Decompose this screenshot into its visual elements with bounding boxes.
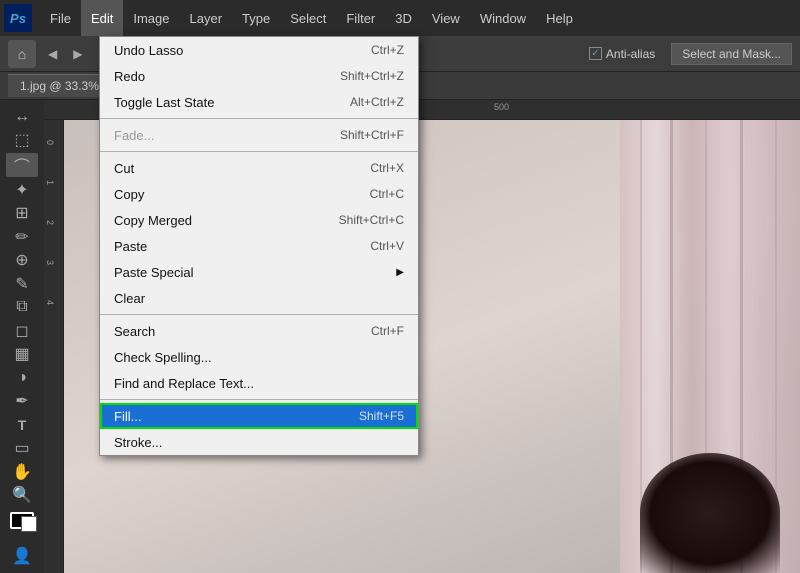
person-icon[interactable]: 👤 [6,545,38,567]
menu-item-search[interactable]: Search Ctrl+F [100,318,418,344]
menu-item-toggle-label: Toggle Last State [114,95,214,110]
foreground-color[interactable] [10,512,34,529]
menu-item-redo-shortcut: Shift+Ctrl+Z [340,69,404,83]
menu-item-cut[interactable]: Cut Ctrl+X [100,155,418,181]
type-tool[interactable]: T [6,414,38,436]
menu-item-stroke-label: Stroke... [114,435,162,450]
menu-item-cut-shortcut: Ctrl+X [370,161,404,175]
menu-item-redo-label: Redo [114,69,145,84]
menu-file[interactable]: File [40,0,81,36]
edit-dropdown-menu: Undo Lasso Ctrl+Z Redo Shift+Ctrl+Z Togg… [99,36,419,456]
marquee-tool[interactable]: ⬚ [6,130,38,152]
menu-type[interactable]: Type [232,0,280,36]
menu-item-paste-label: Paste [114,239,147,254]
menu-item-copy[interactable]: Copy Ctrl+C [100,181,418,207]
brush-tool[interactable]: ✎ [6,273,38,295]
divider-3 [100,314,418,315]
heal-tool[interactable]: ⊕ [6,250,38,272]
menu-item-copy-merged-label: Copy Merged [114,213,192,228]
menu-item-copy-shortcut: Ctrl+C [370,187,404,201]
menu-edit[interactable]: Edit [81,0,123,36]
vertical-ruler: 0 1 2 3 4 [44,120,64,573]
home-icon[interactable]: ⌂ [8,40,36,68]
lasso-tool[interactable]: ⌒ [6,153,38,177]
menu-item-stroke[interactable]: Stroke... [100,429,418,455]
shape-tool[interactable]: ▭ [6,438,38,460]
clone-tool[interactable]: ⧉ [6,297,38,319]
menu-item-toggle-last-state[interactable]: Toggle Last State Alt+Ctrl+Z [100,89,418,115]
v-ruler-ticks: 0 [45,140,55,145]
anti-alias-checkbox[interactable] [589,47,602,60]
arrow-left[interactable]: ◀ [44,45,61,63]
menu-item-undo-label: Undo Lasso [114,43,183,58]
select-and-mask-button[interactable]: Select and Mask... [671,43,792,65]
menu-3d[interactable]: 3D [385,0,422,36]
eyedropper-tool[interactable]: ✏ [6,226,38,248]
menu-item-fill[interactable]: Fill... Shift+F5 [100,403,418,429]
menu-item-fade-label: Fade... [114,128,154,143]
menu-item-redo[interactable]: Redo Shift+Ctrl+Z [100,63,418,89]
menu-item-clear-label: Clear [114,291,145,306]
menu-item-paste-special-label: Paste Special [114,265,194,280]
menu-item-copy-merged-shortcut: Shift+Ctrl+C [339,213,404,227]
menu-help[interactable]: Help [536,0,583,36]
arrow-right[interactable]: ▶ [69,45,86,63]
menu-item-search-label: Search [114,324,155,339]
menu-item-check-spelling-label: Check Spelling... [114,350,212,365]
left-toolbar: ↔ ⬚ ⌒ ✦ ⊞ ✏ ⊕ ✎ ⧉ ◻ ▦ ◑ ✒ T ▭ ✋ 🔍 👤 [0,100,44,573]
menu-item-toggle-shortcut: Alt+Ctrl+Z [350,95,404,109]
ps-logo: Ps [4,4,32,32]
eraser-tool[interactable]: ◻ [6,320,38,342]
dodge-tool[interactable]: ◑ [6,367,38,389]
menu-item-copy-label: Copy [114,187,144,202]
move-tool[interactable]: ↔ [6,106,38,128]
anti-alias-group: Anti-alias [589,47,655,61]
menu-filter[interactable]: Filter [336,0,385,36]
crop-tool[interactable]: ⊞ [6,203,38,225]
menu-item-fill-shortcut: Shift+F5 [359,409,404,423]
menu-item-search-shortcut: Ctrl+F [371,324,404,338]
menu-layer[interactable]: Layer [180,0,233,36]
figure [640,453,780,573]
menu-select[interactable]: Select [280,0,336,36]
menu-item-fade[interactable]: Fade... Shift+Ctrl+F [100,122,418,148]
menu-item-check-spelling[interactable]: Check Spelling... [100,344,418,370]
divider-4 [100,399,418,400]
menu-bar: Ps File Edit Image Layer Type Select Fil… [0,0,800,36]
ruler-tick-500: 500 [494,102,509,112]
pen-tool[interactable]: ✒ [6,391,38,413]
anti-alias-label: Anti-alias [606,47,655,61]
menu-item-find-replace-label: Find and Replace Text... [114,376,254,391]
menu-item-fill-label: Fill... [114,409,141,424]
menu-item-paste[interactable]: Paste Ctrl+V [100,233,418,259]
menu-item-fade-shortcut: Shift+Ctrl+F [340,128,404,142]
zoom-tool[interactable]: 🔍 [6,485,38,507]
divider-1 [100,118,418,119]
menu-view[interactable]: View [422,0,470,36]
menu-window[interactable]: Window [470,0,536,36]
divider-2 [100,151,418,152]
menu-item-copy-merged[interactable]: Copy Merged Shift+Ctrl+C [100,207,418,233]
hand-tool[interactable]: ✋ [6,461,38,483]
menu-image[interactable]: Image [123,0,179,36]
gradient-tool[interactable]: ▦ [6,344,38,366]
menu-item-paste-special[interactable]: Paste Special [100,259,418,285]
menu-item-cut-label: Cut [114,161,134,176]
menu-item-paste-shortcut: Ctrl+V [370,239,404,253]
menu-item-undo-shortcut: Ctrl+Z [371,43,404,57]
menu-item-find-replace[interactable]: Find and Replace Text... [100,370,418,396]
menu-item-undo[interactable]: Undo Lasso Ctrl+Z [100,37,418,63]
magic-wand-tool[interactable]: ✦ [6,179,38,201]
menu-item-clear[interactable]: Clear [100,285,418,311]
